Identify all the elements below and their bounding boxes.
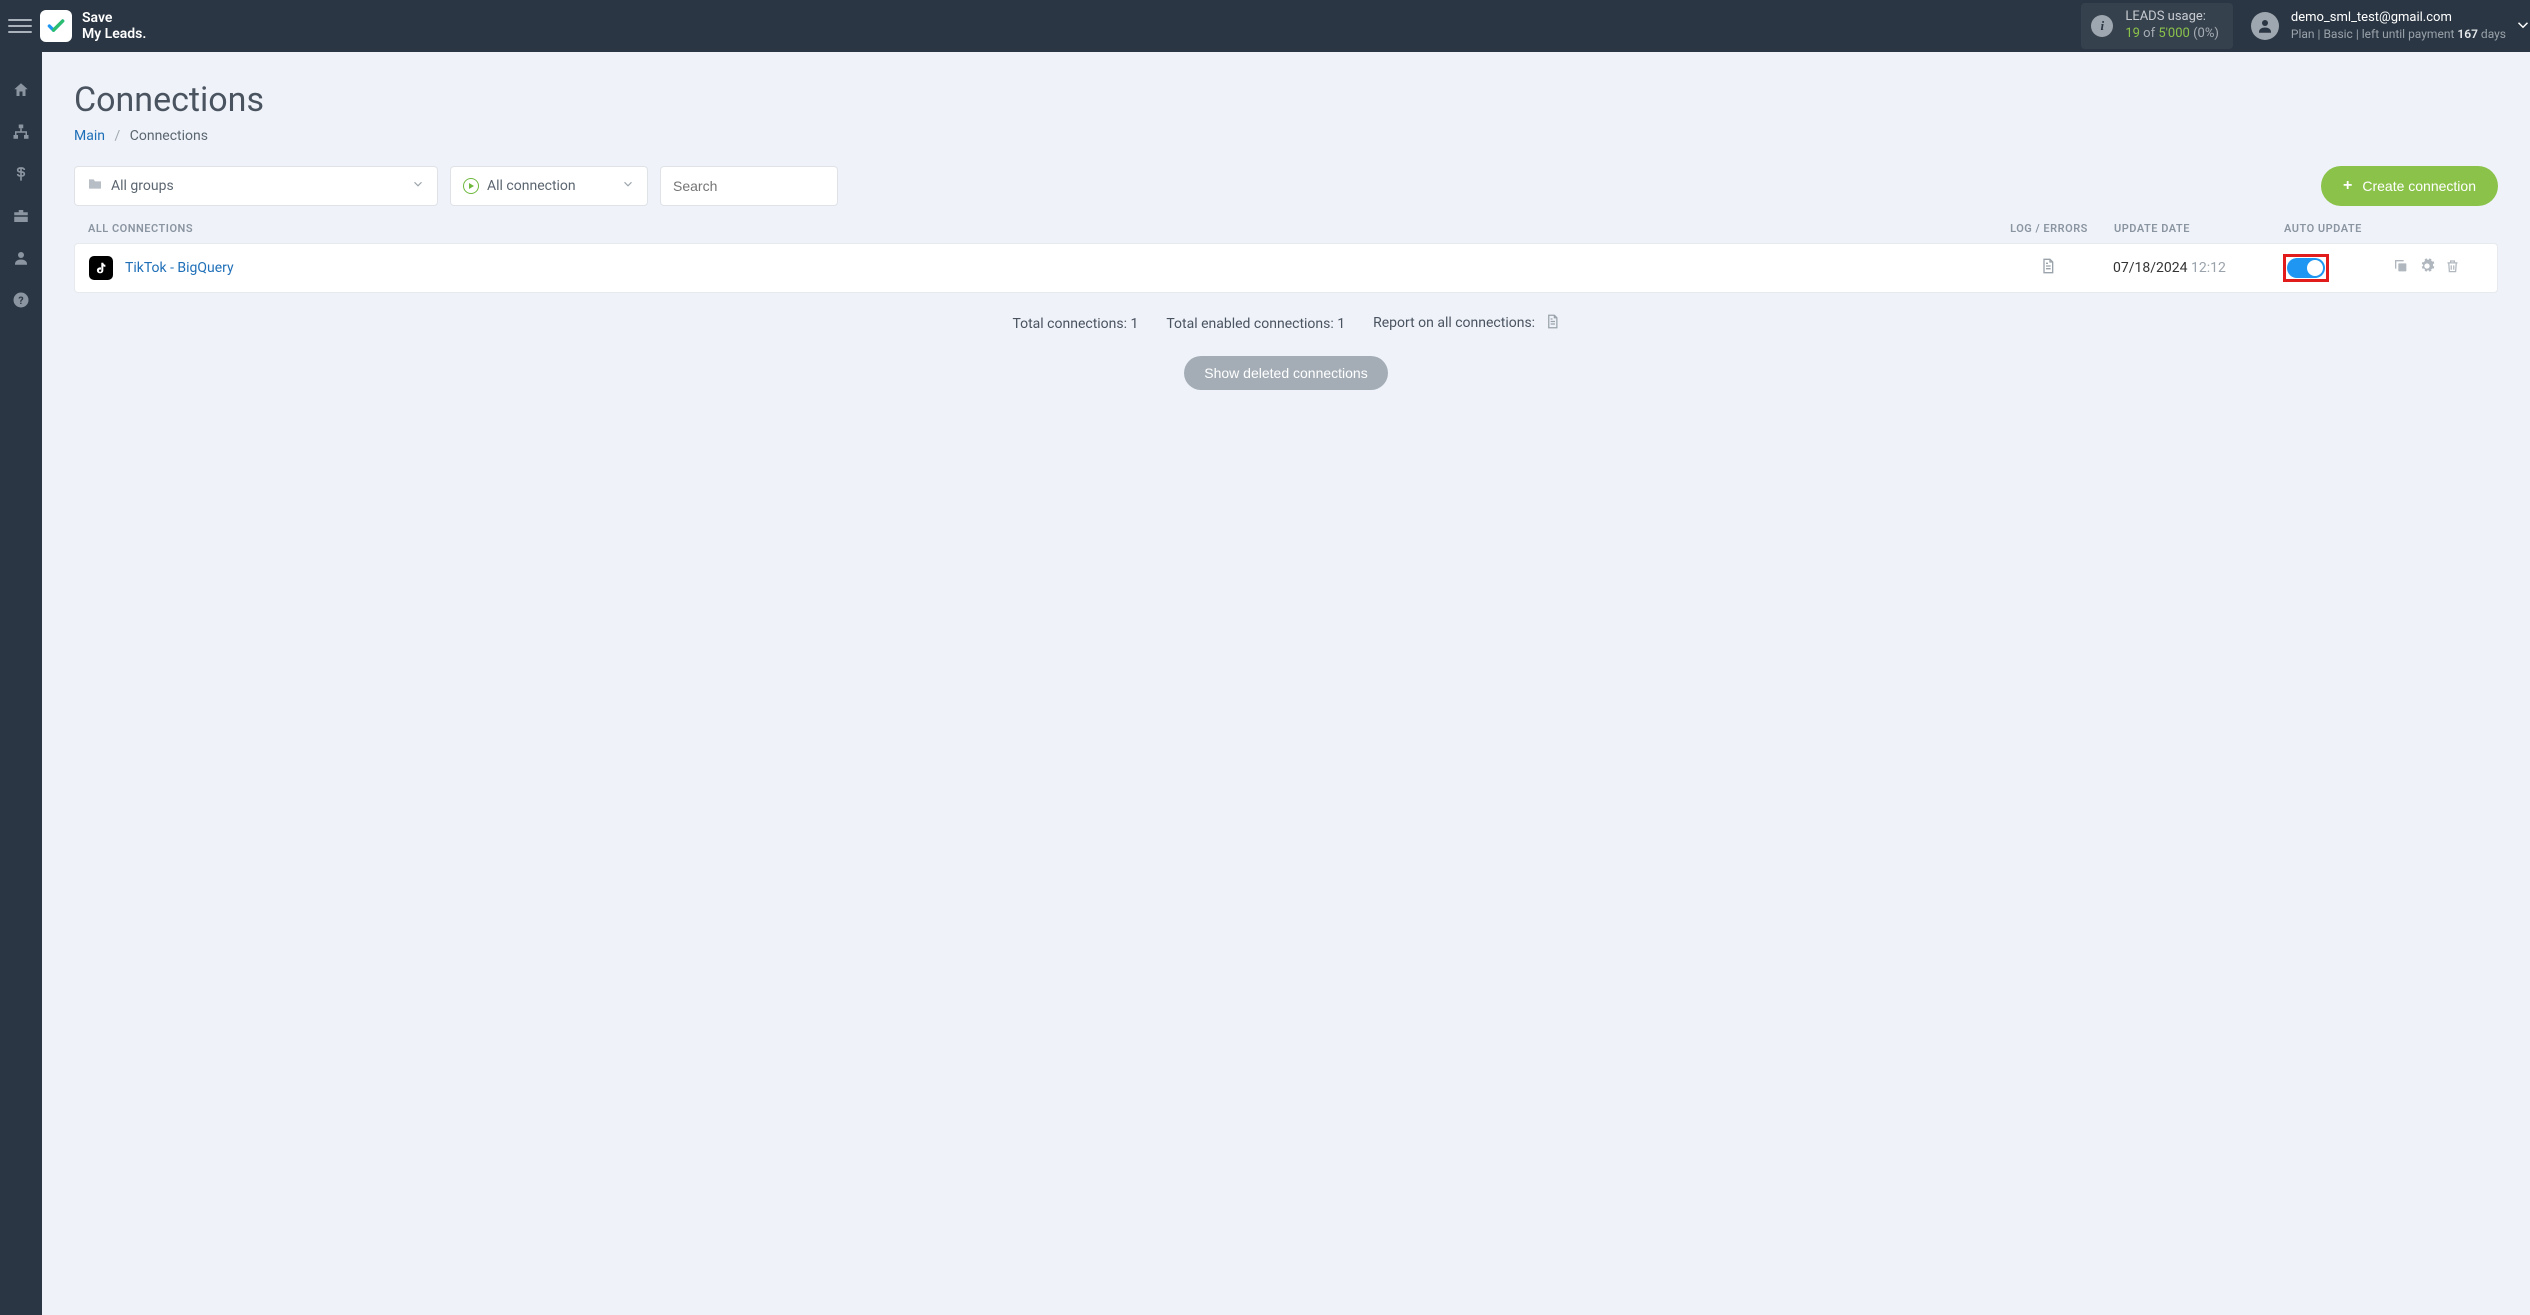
briefcase-icon[interactable]	[11, 206, 31, 226]
enabled-connections: Total enabled connections: 1	[1166, 316, 1345, 332]
auto-update-highlight	[2283, 254, 2329, 282]
leads-total: 5'000	[2158, 26, 2190, 41]
log-icon[interactable]	[2040, 263, 2056, 279]
chevron-down-icon	[621, 177, 635, 195]
update-date: 07/18/2024 12:12	[2093, 260, 2283, 276]
leads-label: LEADS usage:	[2125, 9, 2219, 26]
app-header: Save My Leads. i LEADS usage: 19 of 5'00…	[0, 0, 2530, 52]
show-deleted-button[interactable]: Show deleted connections	[1184, 356, 1387, 390]
col-log: LOG / ERRORS	[2004, 222, 2094, 235]
breadcrumb: Main / Connections	[74, 128, 2498, 144]
user-avatar-icon	[2251, 12, 2279, 40]
page-title: Connections	[74, 80, 2498, 120]
report-label: Report on all connections:	[1373, 315, 1535, 331]
gear-icon[interactable]	[2419, 258, 2435, 278]
app-logo[interactable]	[40, 10, 72, 42]
table-header: ALL CONNECTIONS LOG / ERRORS UPDATE DATE…	[74, 222, 2498, 243]
leads-pct: (0%)	[2193, 26, 2219, 41]
sitemap-icon[interactable]	[11, 122, 31, 142]
search-input-wrapper	[660, 166, 838, 206]
search-input[interactable]	[673, 178, 825, 194]
info-icon: i	[2091, 15, 2113, 37]
filters-row: All groups All connection + Create conne…	[74, 166, 2498, 206]
plus-icon: +	[2343, 177, 2352, 195]
col-name: ALL CONNECTIONS	[88, 222, 2004, 235]
chevron-down-icon[interactable]	[2514, 16, 2530, 38]
trash-icon[interactable]	[2445, 258, 2460, 278]
col-auto: AUTO UPDATE	[2284, 222, 2394, 235]
auto-update-toggle[interactable]	[2287, 258, 2325, 278]
groups-select[interactable]: All groups	[74, 166, 438, 206]
status-select[interactable]: All connection	[450, 166, 648, 206]
copy-icon[interactable]	[2393, 258, 2409, 278]
leads-usage-badge[interactable]: i LEADS usage: 19 of 5'000 (0%)	[2081, 3, 2233, 49]
chevron-down-icon	[411, 177, 425, 195]
play-circle-icon	[463, 178, 479, 194]
folder-icon	[87, 176, 103, 196]
create-connection-button[interactable]: + Create connection	[2321, 166, 2498, 206]
user-menu[interactable]: demo_sml_test@gmail.com Plan | Basic | l…	[2251, 10, 2506, 42]
home-icon[interactable]	[11, 80, 31, 100]
help-icon[interactable]: ?	[11, 290, 31, 310]
svg-text:?: ?	[18, 294, 23, 307]
sidebar: ?	[0, 52, 42, 1315]
menu-toggle[interactable]	[8, 14, 32, 38]
user-icon[interactable]	[11, 248, 31, 268]
leads-used: 19	[2125, 26, 2140, 41]
user-plan: Plan | Basic | left until payment 167 da…	[2291, 27, 2506, 43]
col-date: UPDATE DATE	[2094, 222, 2284, 235]
breadcrumb-current: Connections	[130, 128, 208, 144]
report-icon[interactable]	[1545, 318, 1560, 334]
connection-row: TikTok - BigQuery 07/18/2024 12:12	[74, 243, 2498, 293]
dollar-icon[interactable]	[11, 164, 31, 184]
app-name: Save My Leads.	[82, 10, 146, 42]
main-content: Connections Main / Connections All group…	[42, 52, 2530, 418]
user-email: demo_sml_test@gmail.com	[2291, 10, 2506, 27]
checkmark-icon	[46, 16, 66, 36]
total-connections: Total connections: 1	[1012, 316, 1138, 332]
tiktok-icon	[89, 256, 113, 280]
connection-link[interactable]: TikTok - BigQuery	[125, 260, 234, 276]
summary-row: Total connections: 1 Total enabled conne…	[74, 313, 2498, 334]
breadcrumb-main[interactable]: Main	[74, 128, 105, 144]
